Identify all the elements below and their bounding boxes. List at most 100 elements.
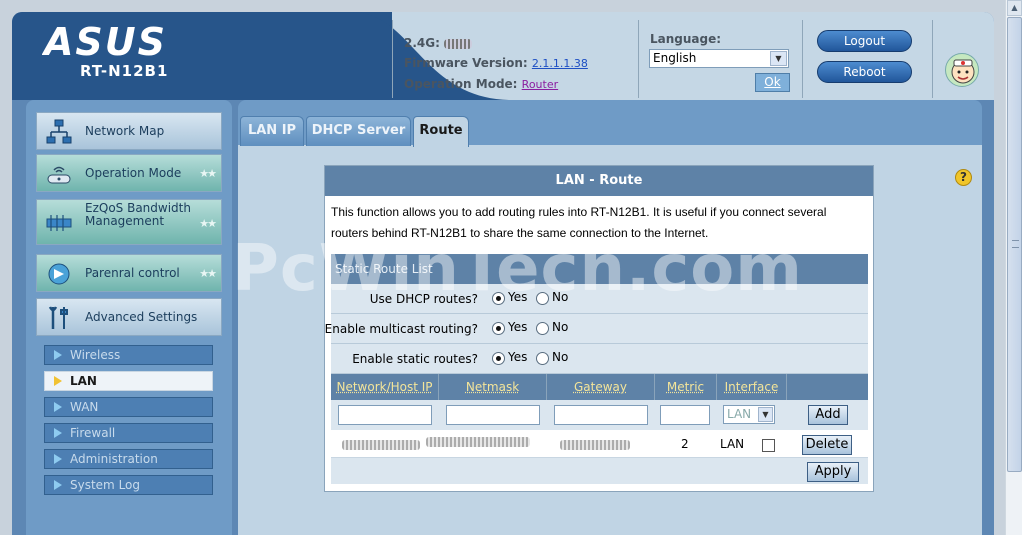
router-icon — [47, 166, 71, 184]
gateway-input[interactable] — [554, 405, 648, 425]
language-select[interactable]: English ▼ — [649, 49, 789, 68]
apply-button[interactable]: Apply — [807, 462, 859, 482]
network-ip-input[interactable] — [338, 405, 432, 425]
header-divider — [802, 20, 803, 98]
radio-yes[interactable] — [492, 292, 505, 305]
sidebar-item-operation-mode[interactable]: Operation Mode ★★ — [36, 154, 222, 192]
sidebar-subitem-firewall[interactable]: Firewall — [44, 423, 213, 443]
option-row-dhcp-routes: Use DHCP routes? Yes No — [331, 284, 868, 314]
stars-icon: ★★ — [199, 217, 217, 230]
column-header-interface: Interface — [717, 374, 787, 400]
parental-control-icon — [48, 263, 70, 285]
panel-title: LAN - Route — [325, 166, 873, 196]
firmware-version-link[interactable]: 2.1.1.1.38 — [532, 57, 588, 70]
sidebar-item-advanced-settings[interactable]: Advanced Settings — [36, 298, 222, 336]
doctor-face-icon — [951, 59, 975, 84]
triangle-right-icon — [54, 480, 62, 490]
apply-row — [331, 458, 868, 484]
column-header-action — [787, 374, 868, 400]
sidebar-item-parental-control[interactable]: Parenral control ★★ — [36, 254, 222, 292]
grip-icon — [1012, 240, 1019, 248]
radio-yes[interactable] — [492, 322, 505, 335]
radio-no[interactable] — [536, 322, 549, 335]
sidebar-item-label: EzQoS Bandwidth Management — [85, 201, 191, 228]
logout-button[interactable]: Logout — [817, 30, 912, 52]
sidebar-subitem-administration[interactable]: Administration — [44, 449, 213, 469]
sidebar-item-network-map[interactable]: Network Map — [36, 112, 222, 150]
radio-no[interactable] — [536, 292, 549, 305]
avatar — [945, 53, 979, 87]
header-divider — [932, 20, 933, 98]
option-label: Enable multicast routing? — [324, 322, 478, 336]
description-line: routers behind RT-N12B1 to share the sam… — [331, 226, 709, 240]
option-label: Enable static routes? — [352, 352, 478, 366]
triangle-right-icon — [54, 428, 62, 438]
stars-icon: ★★ — [199, 267, 217, 280]
column-header-metric: Metric — [655, 374, 717, 400]
chevron-down-icon: ▼ — [770, 51, 787, 66]
sidebar-item-ezqos[interactable]: EzQoS Bandwidth Management ★★ — [36, 199, 222, 245]
vertical-scrollbar[interactable]: ▲ — [1005, 0, 1022, 535]
help-icon[interactable]: ? — [955, 169, 972, 186]
triangle-right-icon — [54, 350, 62, 360]
model-name: RT-N12B1 — [80, 62, 169, 80]
network-map-icon — [46, 119, 72, 144]
sidebar-item-label: Advanced Settings — [85, 310, 198, 324]
radio-no[interactable] — [536, 352, 549, 365]
radio-no-label: No — [552, 320, 569, 334]
svg-text:ASUS: ASUS — [42, 22, 167, 62]
reboot-button[interactable]: Reboot — [817, 61, 912, 83]
bandwidth-icon — [46, 215, 72, 231]
tab-route[interactable]: Route — [413, 116, 469, 147]
opmode-link[interactable]: Router — [522, 78, 558, 91]
wifi-signal-icon — [444, 38, 473, 49]
header-divider — [638, 20, 639, 98]
option-row-static-routes: Enable static routes? Yes No — [331, 344, 868, 374]
sidebar-subitem-label: Wireless — [70, 348, 121, 362]
triangle-right-icon — [54, 454, 62, 464]
language-label: Language: — [650, 32, 722, 46]
option-row-multicast: Enable multicast routing? Yes No — [325, 314, 868, 344]
triangle-right-icon — [54, 402, 62, 412]
panel-description: This function allows you to add routing … — [331, 202, 867, 244]
interface-value: LAN — [720, 437, 745, 451]
netmask-input[interactable] — [446, 405, 540, 425]
blurred-network-ip — [342, 440, 420, 450]
sidebar-subitem-label: Firewall — [70, 426, 116, 440]
firmware-label: Firmware Version: — [404, 56, 528, 70]
column-header-gateway: Gateway — [547, 374, 655, 400]
triangle-right-icon — [54, 376, 62, 386]
metric-value: 2 — [681, 437, 689, 451]
radio-no-label: No — [552, 350, 569, 364]
tab-lan-ip[interactable]: LAN IP — [240, 116, 304, 146]
language-ok-button[interactable]: Ok — [755, 73, 790, 92]
sidebar-subitem-label: Administration — [70, 452, 158, 466]
blurred-gateway — [560, 440, 630, 450]
radio-yes[interactable] — [492, 352, 505, 365]
scroll-up-icon[interactable]: ▲ — [1007, 0, 1022, 16]
metric-input[interactable] — [660, 405, 710, 425]
sidebar-subitem-label: System Log — [70, 478, 140, 492]
router-info: 2.4G: Firmware Version: 2.1.1.1.38 Opera… — [404, 33, 588, 95]
sidebar-subitem-lan[interactable]: LAN — [44, 371, 213, 391]
column-header-netmask: Netmask — [439, 374, 547, 400]
sidebar-subitem-wan[interactable]: WAN — [44, 397, 213, 417]
asus-logo: ASUS — [42, 22, 167, 62]
sidebar-item-label: Parenral control — [85, 266, 180, 280]
interface-select[interactable]: LAN ▼ — [723, 405, 775, 424]
add-button[interactable]: Add — [808, 405, 848, 425]
band-label: 2.4G: — [404, 36, 440, 50]
delete-button[interactable]: Delete — [802, 435, 852, 455]
static-route-list-title: Static Route List — [331, 254, 868, 284]
tab-dhcp-server[interactable]: DHCP Server — [306, 116, 411, 146]
sidebar-subitem-wireless[interactable]: Wireless — [44, 345, 213, 365]
row-checkbox[interactable] — [762, 439, 775, 452]
interface-select-value: LAN — [727, 407, 752, 421]
scroll-thumb[interactable] — [1007, 17, 1022, 472]
option-label: Use DHCP routes? — [369, 292, 478, 306]
sidebar-item-label: Network Map — [85, 124, 165, 138]
sidebar-subitem-system-log[interactable]: System Log — [44, 475, 213, 495]
opmode-label: Operation Mode: — [404, 77, 518, 91]
header-divider — [392, 20, 393, 98]
sidebar-subitem-label: LAN — [70, 374, 97, 388]
